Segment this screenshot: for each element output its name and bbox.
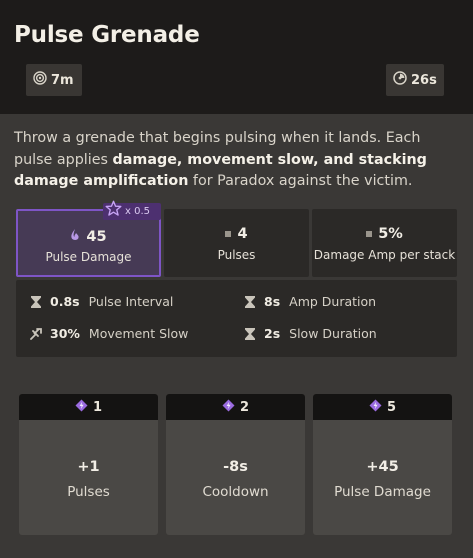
tier-value: +1	[77, 459, 100, 475]
secondary-value: 8s	[264, 294, 281, 309]
tier-label: Pulses	[67, 484, 110, 500]
ability-description: Throw a grenade that begins pulsing when…	[14, 128, 462, 193]
secondary-label: Slow Duration	[289, 326, 377, 341]
secondary-value: 2s	[264, 326, 281, 341]
spirit-damage-icon	[70, 228, 80, 246]
secondary-label: Movement Slow	[88, 326, 189, 341]
upgrade-tier-5[interactable]: 5 +45 Pulse Damage	[313, 394, 452, 535]
spirit-power-star-icon	[105, 200, 122, 220]
tier-number: 1	[92, 399, 103, 415]
stat-label: Pulses	[217, 248, 256, 262]
tier-value: -8s	[223, 459, 248, 475]
spirit-scaling-text: x 0.5	[125, 206, 150, 217]
tier-number: 2	[239, 399, 250, 415]
hourglass-icon	[244, 295, 256, 309]
upgrade-tier-1[interactable]: 1 +1 Pulses	[19, 394, 158, 535]
stat-value: 45	[86, 229, 107, 245]
tier-header: 2	[166, 394, 305, 420]
range-target-icon	[33, 71, 47, 89]
secondary-stats-panel: 0.8s Pulse Interval 8s Amp Duration 30% …	[16, 280, 457, 357]
tier-value: +45	[366, 459, 399, 475]
secondary-label: Amp Duration	[289, 294, 377, 309]
cooldown-chip: 26s	[386, 64, 444, 96]
stat-label: Damage Amp per stack	[313, 248, 456, 262]
square-bullet-icon	[225, 231, 232, 237]
stat-value: 4	[237, 226, 248, 242]
slow-icon	[30, 327, 42, 341]
ability-point-icon	[369, 399, 382, 416]
stat-value: 5%	[378, 226, 403, 242]
range-chip: 7m	[26, 64, 82, 96]
ability-point-icon	[222, 399, 235, 416]
description-text-end: for Paradox against the victim.	[188, 173, 413, 189]
secondary-stat-movement-slow: 30% Movement Slow	[30, 326, 188, 341]
square-bullet-icon	[366, 231, 373, 237]
hourglass-icon	[244, 327, 256, 341]
secondary-stat-amp-duration: 8s Amp Duration	[244, 294, 376, 309]
stat-damage-amp: 5% Damage Amp per stack	[312, 209, 457, 277]
spirit-scaling-badge: x 0.5	[103, 200, 161, 220]
hourglass-icon	[30, 295, 42, 309]
tier-header: 1	[19, 394, 158, 420]
cooldown-clock-icon	[393, 71, 407, 89]
secondary-stat-pulse-interval: 0.8s Pulse Interval	[30, 294, 173, 309]
secondary-stat-slow-duration: 2s Slow Duration	[244, 326, 377, 341]
secondary-value: 30%	[50, 326, 80, 341]
ability-header: Pulse Grenade 7m 26s	[0, 0, 473, 114]
stat-label: Pulse Damage	[45, 250, 132, 264]
ability-point-icon	[75, 399, 88, 416]
tier-number: 5	[386, 399, 397, 415]
secondary-label: Pulse Interval	[88, 294, 174, 309]
cooldown-value: 26s	[411, 72, 437, 88]
secondary-value: 0.8s	[50, 294, 80, 309]
range-value: 7m	[51, 72, 74, 88]
stat-pulses: 4 Pulses	[164, 209, 309, 277]
ability-title: Pulse Grenade	[14, 22, 200, 48]
tier-label: Pulse Damage	[334, 484, 431, 500]
tier-header: 5	[313, 394, 452, 420]
upgrade-tier-2[interactable]: 2 -8s Cooldown	[166, 394, 305, 535]
ability-card: Pulse Grenade 7m 26s Throw a grenade tha…	[0, 0, 473, 558]
tier-label: Cooldown	[202, 484, 269, 500]
